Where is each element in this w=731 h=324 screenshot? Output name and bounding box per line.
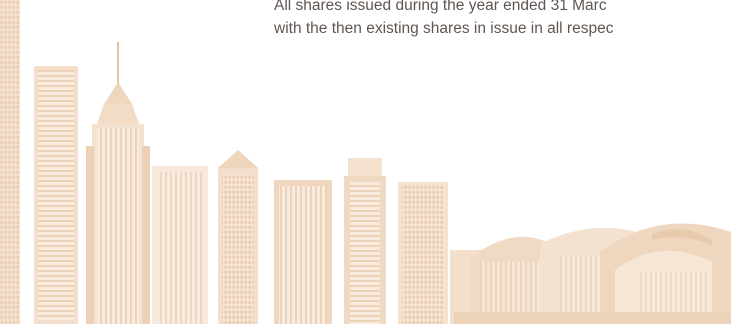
building-domes — [450, 223, 731, 324]
building-stepped — [344, 158, 386, 324]
tower-striped — [34, 66, 78, 324]
building-dark-striped — [274, 180, 332, 324]
tower-spire — [86, 42, 150, 324]
body-text: All shares issued during the year ended … — [274, 0, 613, 40]
document-page: All shares issued during the year ended … — [0, 0, 731, 324]
body-text-line: with the then existing shares in issue i… — [274, 20, 614, 37]
building-dotted — [398, 182, 448, 324]
tower-left-edge — [0, 0, 20, 324]
city-skyline-illustration — [0, 0, 731, 324]
body-text-line: All shares issued during the year ended … — [274, 0, 607, 14]
building-pale — [152, 166, 208, 324]
building-pointed — [218, 150, 258, 324]
